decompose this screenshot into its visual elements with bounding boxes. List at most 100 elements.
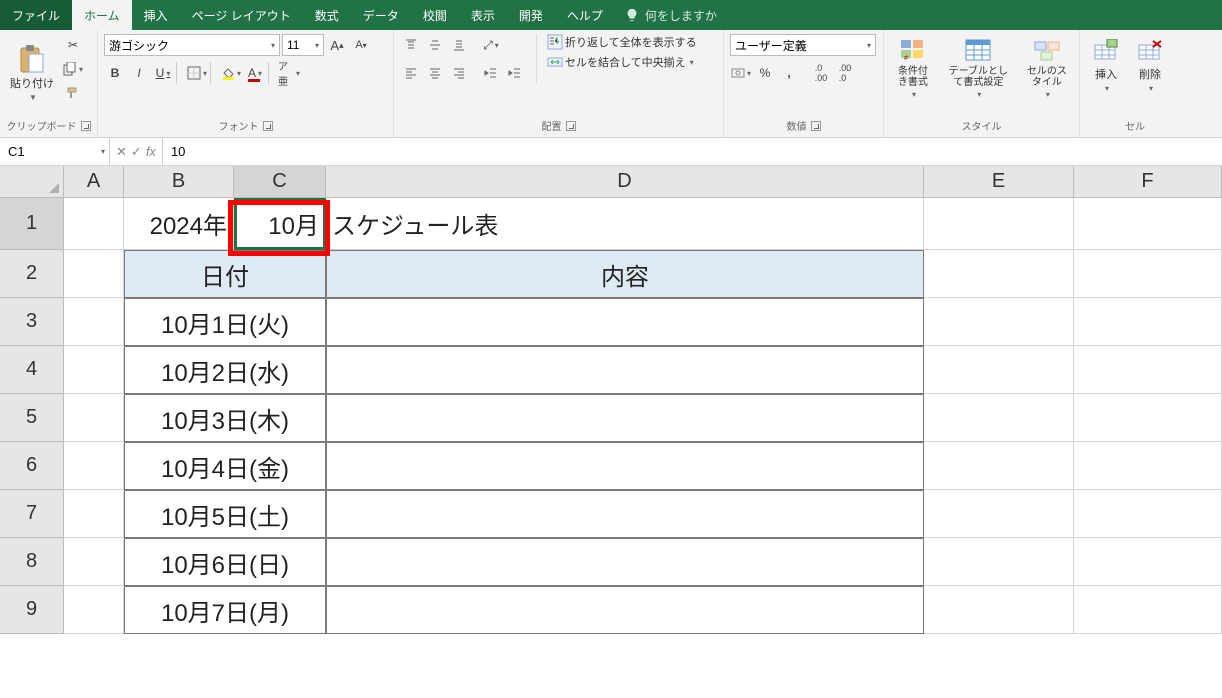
format-as-table-button[interactable]: テーブルとして書式設定▾ — [940, 34, 1017, 101]
cancel-formula-button[interactable]: ✕ — [116, 144, 127, 160]
number-format-combo[interactable]: ユーザー定義▾ — [730, 34, 876, 56]
copy-button[interactable]: ▾ — [62, 58, 84, 80]
borders-button[interactable]: ▾ — [186, 62, 208, 84]
cell-D4[interactable] — [326, 346, 924, 394]
merge-center-button[interactable]: セルを結合して中央揃え ▾ — [547, 54, 697, 70]
cell-C1[interactable]: 10月 — [234, 198, 326, 250]
cell-BC9-merged[interactable]: 10月7日(月) — [124, 586, 326, 634]
cell-E4[interactable] — [924, 346, 1074, 394]
conditional-formatting-button[interactable]: ≠ 条件付き書式▾ — [890, 34, 936, 101]
row-header-4[interactable]: 4 — [0, 346, 64, 394]
row-header-5[interactable]: 5 — [0, 394, 64, 442]
cell-BC4-merged[interactable]: 10月2日(水) — [124, 346, 326, 394]
insert-function-button[interactable]: fx — [146, 144, 156, 159]
orientation-button[interactable]: ⤢▾ — [480, 34, 502, 56]
cut-button[interactable]: ✂ — [62, 34, 84, 56]
dialog-launcher-icon[interactable] — [811, 121, 821, 131]
col-header-C[interactable]: C — [234, 166, 326, 197]
tab-insert[interactable]: 挿入 — [132, 0, 180, 30]
cell-D7[interactable] — [326, 490, 924, 538]
cell-D6[interactable] — [326, 442, 924, 490]
align-left-button[interactable] — [400, 62, 422, 84]
col-header-E[interactable]: E — [924, 166, 1074, 197]
cell-D9[interactable] — [326, 586, 924, 634]
cell-E8[interactable] — [924, 538, 1074, 586]
cell-D8[interactable] — [326, 538, 924, 586]
increase-decimal-button[interactable]: .0.00 — [810, 62, 832, 84]
tab-page-layout[interactable]: ページ レイアウト — [180, 0, 303, 30]
align-right-button[interactable] — [448, 62, 470, 84]
cell-BC5-merged[interactable]: 10月3日(木) — [124, 394, 326, 442]
cell-A4[interactable] — [64, 346, 124, 394]
decrease-font-button[interactable]: A▾ — [350, 34, 372, 56]
align-bottom-button[interactable] — [448, 34, 470, 56]
decrease-decimal-button[interactable]: .00.0 — [834, 62, 856, 84]
cell-BC7-merged[interactable]: 10月5日(土) — [124, 490, 326, 538]
bold-button[interactable]: B — [104, 62, 126, 84]
wrap-text-button[interactable]: 折り返して全体を表示する — [547, 34, 697, 50]
name-box[interactable]: ▾ — [0, 138, 110, 165]
col-header-B[interactable]: B — [124, 166, 234, 197]
cell-BC8-merged[interactable]: 10月6日(日) — [124, 538, 326, 586]
cell-A1[interactable] — [64, 198, 124, 250]
increase-indent-button[interactable] — [504, 62, 526, 84]
align-center-button[interactable] — [424, 62, 446, 84]
cell-BC3-merged[interactable]: 10月1日(火) — [124, 298, 326, 346]
dialog-launcher-icon[interactable] — [81, 121, 91, 131]
cell-E1[interactable] — [924, 198, 1074, 250]
phonetic-button[interactable]: ア亜▾ — [278, 62, 300, 84]
col-header-D[interactable]: D — [326, 166, 924, 197]
cell-A7[interactable] — [64, 490, 124, 538]
comma-button[interactable]: , — [778, 62, 800, 84]
select-all-corner[interactable] — [0, 166, 64, 197]
cell-BC6-merged[interactable]: 10月4日(金) — [124, 442, 326, 490]
fill-color-button[interactable]: ▾ — [220, 62, 242, 84]
increase-font-button[interactable]: A▴ — [326, 34, 348, 56]
tab-view[interactable]: 表示 — [459, 0, 507, 30]
tab-formulas[interactable]: 数式 — [303, 0, 351, 30]
cell-A9[interactable] — [64, 586, 124, 634]
cell-A8[interactable] — [64, 538, 124, 586]
col-header-A[interactable]: A — [64, 166, 124, 197]
enter-formula-button[interactable]: ✓ — [131, 144, 142, 160]
tab-home[interactable]: ホーム — [72, 0, 132, 30]
cell-F2[interactable] — [1074, 250, 1222, 298]
cell-E9[interactable] — [924, 586, 1074, 634]
cell-F9[interactable] — [1074, 586, 1222, 634]
row-header-2[interactable]: 2 — [0, 250, 64, 298]
insert-cells-button[interactable]: 挿入▾ — [1086, 34, 1126, 95]
tab-file[interactable]: ファイル — [0, 0, 72, 30]
cell-B2C2-merged[interactable]: 日付 — [124, 250, 326, 298]
cell-B1[interactable]: 2024年 — [124, 198, 234, 250]
cell-D3[interactable] — [326, 298, 924, 346]
font-color-button[interactable]: A▾ — [244, 62, 266, 84]
delete-cells-button[interactable]: 削除▾ — [1130, 34, 1170, 95]
cell-E2[interactable] — [924, 250, 1074, 298]
cell-E3[interactable] — [924, 298, 1074, 346]
cell-E6[interactable] — [924, 442, 1074, 490]
row-header-1[interactable]: 1 — [0, 198, 64, 250]
align-middle-button[interactable] — [424, 34, 446, 56]
cell-F4[interactable] — [1074, 346, 1222, 394]
name-box-input[interactable] — [0, 144, 80, 159]
decrease-indent-button[interactable] — [480, 62, 502, 84]
paste-button[interactable]: 貼り付け ▼ — [6, 34, 58, 104]
cell-E7[interactable] — [924, 490, 1074, 538]
cell-F3[interactable] — [1074, 298, 1222, 346]
cell-E5[interactable] — [924, 394, 1074, 442]
cell-F7[interactable] — [1074, 490, 1222, 538]
italic-button[interactable]: I — [128, 62, 150, 84]
tell-me-search[interactable]: 何をしますか — [615, 0, 727, 30]
dialog-launcher-icon[interactable] — [263, 121, 273, 131]
cell-F1[interactable] — [1074, 198, 1222, 250]
tab-help[interactable]: ヘルプ — [555, 0, 615, 30]
cell-D5[interactable] — [326, 394, 924, 442]
accounting-format-button[interactable]: ▾ — [730, 62, 752, 84]
font-name-combo[interactable]: 游ゴシック▾ — [104, 34, 280, 56]
cell-D1[interactable]: スケジュール表 — [326, 198, 924, 250]
row-header-9[interactable]: 9 — [0, 586, 64, 634]
cell-A5[interactable] — [64, 394, 124, 442]
row-header-7[interactable]: 7 — [0, 490, 64, 538]
cell-styles-button[interactable]: セルのスタイル▾ — [1021, 34, 1073, 101]
cell-A3[interactable] — [64, 298, 124, 346]
